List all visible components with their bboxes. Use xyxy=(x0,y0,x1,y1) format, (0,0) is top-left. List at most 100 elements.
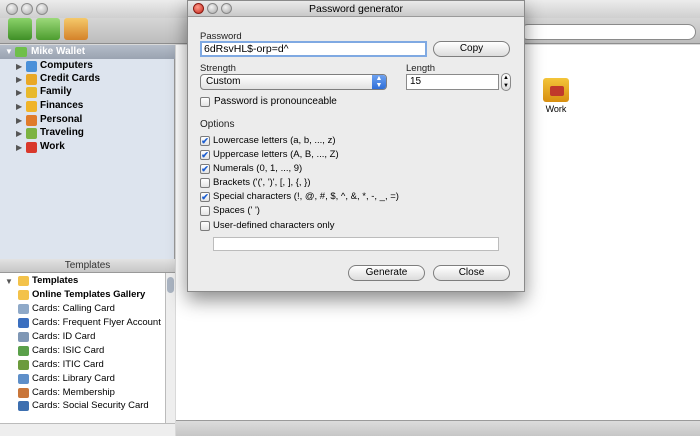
user-defined-characters-input[interactable] xyxy=(213,237,499,251)
dialog-titlebar: Password generator xyxy=(188,1,524,17)
templates-folder-icon xyxy=(18,276,29,286)
zoom-dialog-button[interactable] xyxy=(221,3,232,14)
sidebar-item-label: Family xyxy=(40,86,72,97)
wallet-icon xyxy=(15,47,27,57)
disclosure-icon[interactable]: ▶ xyxy=(16,62,22,71)
option-label: User-defined characters only xyxy=(213,220,335,231)
status-bar xyxy=(176,420,700,436)
disclosure-icon[interactable]: ▶ xyxy=(16,88,22,97)
disclosure-icon[interactable]: ▶ xyxy=(16,116,22,125)
copy-button[interactable]: Copy xyxy=(433,41,510,57)
sidebar-wallet[interactable]: ▼ Mike Wallet xyxy=(0,45,175,59)
minimize-window-button[interactable] xyxy=(21,3,33,15)
password-generator-dialog: Password generator Password 6dRsvHL$-orp… xyxy=(187,0,525,292)
list-item-label: Cards: Frequent Flyer Account xyxy=(32,317,161,328)
list-item[interactable]: Cards: Frequent Flyer Account xyxy=(0,317,165,330)
close-dialog-button[interactable] xyxy=(193,3,204,14)
length-field[interactable]: 15 xyxy=(406,74,499,90)
list-item[interactable]: Cards: Social Security Card xyxy=(0,400,165,413)
brackets-checkbox[interactable] xyxy=(200,178,210,188)
user-defined-checkbox[interactable] xyxy=(200,221,210,231)
minimize-dialog-button[interactable] xyxy=(207,3,218,14)
social-security-card-icon xyxy=(18,401,29,411)
pronounceable-checkbox-row[interactable]: Password is pronounceable xyxy=(200,96,510,109)
option-brackets[interactable]: Brackets ('(', ')', [, ], {, }) xyxy=(200,177,510,190)
option-label: Numerals (0, 1, ..., 9) xyxy=(213,163,303,174)
sidebar-item-label: Personal xyxy=(40,114,83,125)
list-item-label: Online Templates Gallery xyxy=(32,289,146,300)
option-label: Special characters (!, @, #, $, ^, &, *,… xyxy=(213,191,399,202)
close-window-button[interactable] xyxy=(6,3,18,15)
list-item-label: Cards: Calling Card xyxy=(32,303,115,314)
length-value: 15 xyxy=(410,76,422,87)
strength-select[interactable]: Custom ▲ ▼ xyxy=(200,74,387,90)
disclosure-icon[interactable]: ▶ xyxy=(16,143,22,152)
sidebar-item-family[interactable]: ▶ Family xyxy=(0,86,175,99)
sidebar-item-credit-cards[interactable]: ▶ Credit Cards xyxy=(0,73,175,86)
lowercase-checkbox[interactable]: ✔ xyxy=(200,136,210,146)
disclosure-icon[interactable]: ▶ xyxy=(16,129,22,138)
sidebar-item-traveling[interactable]: ▶ Traveling xyxy=(0,127,175,140)
briefcase-icon xyxy=(543,78,569,102)
list-item[interactable]: Cards: ITIC Card xyxy=(0,359,165,372)
special-characters-checkbox[interactable]: ✔ xyxy=(200,192,210,202)
disclosure-open-icon[interactable]: ▼ xyxy=(5,47,13,56)
family-icon xyxy=(26,87,37,98)
numerals-checkbox[interactable]: ✔ xyxy=(200,164,210,174)
list-item-label: Cards: Membership xyxy=(32,387,115,398)
templates-root[interactable]: ▼ Templates xyxy=(0,275,165,288)
sidebar-item-label: Finances xyxy=(40,100,84,111)
personal-icon xyxy=(26,115,37,126)
list-item[interactable]: Cards: ID Card xyxy=(0,331,165,344)
disclosure-icon[interactable]: ▶ xyxy=(16,102,22,111)
list-item-label: Cards: ISIC Card xyxy=(32,345,105,356)
strength-label: Strength xyxy=(200,63,236,74)
work-folder-label: Work xyxy=(545,104,567,114)
option-spaces[interactable]: Spaces (' ') xyxy=(200,205,510,218)
sidebar: ▼ Mike Wallet ▶ Computers ▶ Credit Cards… xyxy=(0,45,175,259)
list-item[interactable]: Cards: ISIC Card xyxy=(0,345,165,358)
close-button[interactable]: Close xyxy=(433,265,510,281)
list-item[interactable]: Cards: Membership xyxy=(0,387,165,400)
sidebar-item-computers[interactable]: ▶ Computers xyxy=(0,60,175,73)
option-label: Lowercase letters (a, b, ..., z) xyxy=(213,135,336,146)
sidebar-item-work[interactable]: ▶ Work xyxy=(0,141,175,154)
list-item-label: Cards: Library Card xyxy=(32,373,115,384)
edit-folder-icon[interactable] xyxy=(36,18,60,40)
option-numerals[interactable]: ✔ Numerals (0, 1, ..., 9) xyxy=(200,163,510,176)
new-folder-icon[interactable] xyxy=(8,18,32,40)
option-lowercase[interactable]: ✔ Lowercase letters (a, b, ..., z) xyxy=(200,135,510,148)
strength-value: Custom xyxy=(206,76,241,87)
templates-horizontal-scrollbar[interactable] xyxy=(0,423,175,436)
list-item[interactable]: Cards: Calling Card xyxy=(0,303,165,316)
pronounceable-checkbox[interactable] xyxy=(200,97,210,107)
length-stepper[interactable]: ▲ ▼ xyxy=(501,73,511,91)
list-item[interactable]: Cards: Library Card xyxy=(0,373,165,386)
uppercase-checkbox[interactable]: ✔ xyxy=(200,150,210,160)
zoom-window-button[interactable] xyxy=(36,3,48,15)
generate-button[interactable]: Generate xyxy=(348,265,425,281)
list-item[interactable]: Online Templates Gallery xyxy=(0,289,165,302)
spaces-checkbox[interactable] xyxy=(200,206,210,216)
disclosure-open-icon[interactable]: ▼ xyxy=(5,277,13,286)
templates-header: Templates xyxy=(0,259,175,273)
options-label: Options xyxy=(200,119,235,130)
scrollbar-thumb[interactable] xyxy=(167,277,174,293)
sidebar-item-finances[interactable]: ▶ Finances xyxy=(0,100,175,113)
option-uppercase[interactable]: ✔ Uppercase letters (A, B, ..., Z) xyxy=(200,149,510,162)
disclosure-icon[interactable]: ▶ xyxy=(16,75,22,84)
work-icon xyxy=(26,142,37,153)
itic-card-icon xyxy=(18,360,29,370)
templates-root-label: Templates xyxy=(32,275,79,286)
wallet-label: Mike Wallet xyxy=(31,46,86,57)
option-user-defined[interactable]: User-defined characters only xyxy=(200,220,510,233)
sidebar-item-label: Traveling xyxy=(40,127,84,138)
new-card-icon[interactable] xyxy=(64,18,88,40)
templates-scrollbar[interactable] xyxy=(165,273,175,423)
sidebar-item-personal[interactable]: ▶ Personal xyxy=(0,114,175,127)
option-special[interactable]: ✔ Special characters (!, @, #, $, ^, &, … xyxy=(200,191,510,204)
password-field[interactable]: 6dRsvHL$-orp=d^ xyxy=(200,41,427,57)
search-input[interactable] xyxy=(520,24,696,40)
credit-card-icon xyxy=(26,74,37,85)
work-folder-item[interactable]: Work xyxy=(538,78,574,114)
